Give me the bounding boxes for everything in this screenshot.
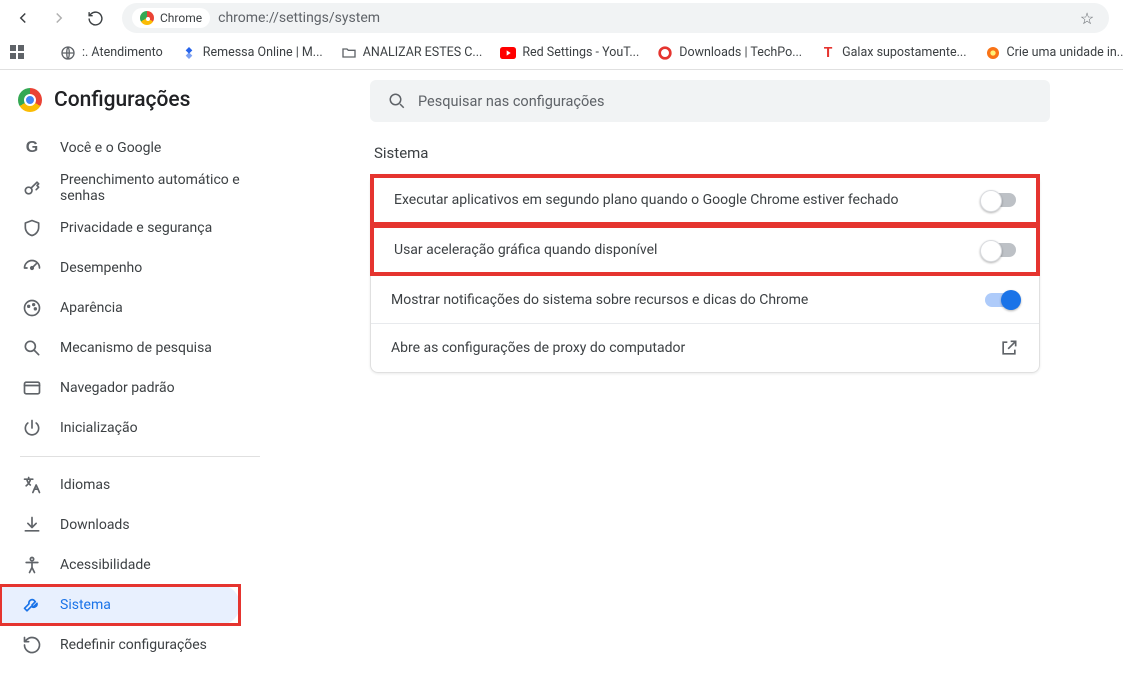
sidebar-item-performance[interactable]: Desempenho (0, 248, 280, 288)
galax-icon: T (820, 45, 836, 61)
accessibility-icon (22, 555, 42, 575)
sidebar-item-privacy[interactable]: Privacidade e segurança (0, 208, 280, 248)
bookmark-atendimento[interactable]: :. Atendimento (60, 45, 163, 61)
youtube-icon (500, 45, 516, 61)
settings-search[interactable]: Pesquisar nas configurações (370, 80, 1050, 122)
search-icon (22, 338, 42, 358)
sidebar-item-system[interactable]: Sistema (0, 585, 240, 625)
atendimento-icon (60, 45, 76, 61)
bookmark-galax[interactable]: T Galax supostamente... (820, 45, 966, 61)
bookmark-label: ANALIZAR ESTES C... (363, 45, 483, 60)
toggle-gpu-accel[interactable] (982, 243, 1016, 257)
translate-icon (22, 475, 42, 495)
sidebar-item-languages[interactable]: Idiomas (0, 465, 280, 505)
sidebar-item-appearance[interactable]: Aparência (0, 288, 280, 328)
settings-main: Pesquisar nas configurações Sistema Exec… (280, 70, 1123, 696)
bookmark-downloads[interactable]: Downloads | TechPo... (657, 45, 802, 61)
reset-icon (22, 635, 42, 655)
sidebar-item-label: Você e o Google (60, 140, 161, 156)
url-text: chrome://settings/system (218, 10, 1067, 26)
bookmark-label: Galax supostamente... (842, 45, 966, 60)
site-chip[interactable]: Chrome (132, 8, 210, 28)
sidebar-item-accessibility[interactable]: Acessibilidade (0, 545, 280, 585)
sidebar-item-label: Acessibilidade (60, 557, 151, 573)
key-icon (22, 178, 42, 198)
search-icon (388, 92, 406, 110)
row-label: Usar aceleração gráfica quando disponíve… (394, 242, 657, 258)
settings-sidebar: Configurações G Você e o Google Preenchime… (0, 70, 280, 696)
bookmark-star-icon[interactable]: ☆ (1075, 9, 1099, 28)
sidebar-item-on-startup[interactable]: Inicialização (0, 408, 280, 448)
sidebar-item-label: Idiomas (60, 477, 110, 493)
bookmark-unidade[interactable]: Crie uma unidade in... (985, 45, 1123, 61)
sidebar-item-default-browser[interactable]: Navegador padrão (0, 368, 280, 408)
bookmark-youtube[interactable]: Red Settings - YouT... (500, 45, 639, 61)
browser-navbar: Chrome chrome://settings/system ☆ (0, 0, 1123, 36)
sidebar-divider (20, 456, 260, 457)
bookmark-label: Red Settings - YouT... (522, 45, 639, 60)
analizar-icon (341, 45, 357, 61)
toggle-bg-apps[interactable] (982, 193, 1016, 207)
unidade-icon (985, 45, 1001, 61)
bookmarks-bar: :. Atendimento Remessa Online | M... ANALI… (0, 36, 1123, 70)
row-label: Abre as configurações de proxy do comput… (391, 340, 685, 356)
shield-icon (22, 218, 42, 238)
sidebar-item-autofill[interactable]: Preenchimento automático e senhas (0, 168, 280, 208)
row-bg-apps: Executar aplicativos em segundo plano qu… (371, 175, 1039, 225)
sidebar-item-downloads[interactable]: Downloads (0, 505, 280, 545)
row-proxy[interactable]: Abre as configurações de proxy do comput… (371, 323, 1039, 372)
row-label: Mostrar notificações do sistema sobre re… (391, 292, 808, 308)
toggle-sys-notif[interactable] (985, 293, 1019, 307)
search-placeholder: Pesquisar nas configurações (418, 93, 604, 110)
sidebar-item-label: Preenchimento automático e senhas (60, 172, 258, 204)
forward-button[interactable] (44, 3, 74, 33)
remessa-icon (181, 45, 197, 61)
page-title: Configurações (54, 88, 190, 112)
sidebar-item-label: Redefinir configurações (60, 637, 207, 653)
chrome-icon (140, 11, 154, 25)
sidebar-item-label: Desempenho (60, 260, 142, 276)
sidebar-item-you-google[interactable]: G Você e o Google (0, 128, 280, 168)
site-chip-label: Chrome (160, 11, 202, 25)
sidebar-item-label: Aparência (60, 300, 123, 316)
bookmark-label: :. Atendimento (82, 45, 163, 60)
system-card: Executar aplicativos em segundo plano qu… (370, 174, 1040, 373)
back-button[interactable] (8, 3, 38, 33)
wrench-icon (22, 595, 42, 615)
sidebar-item-search-engine[interactable]: Mecanismo de pesquisa (0, 328, 280, 368)
settings-content: Configurações G Você e o Google Preenchime… (0, 70, 1123, 696)
row-gpu-accel: Usar aceleração gráfica quando disponíve… (371, 225, 1039, 275)
bookmark-analizar[interactable]: ANALIZAR ESTES C... (341, 45, 483, 61)
sidebar-item-label: Navegador padrão (60, 380, 175, 396)
bookmark-label: Crie uma unidade in... (1007, 45, 1123, 60)
sidebar-item-label: Sistema (60, 597, 111, 613)
sidebar-item-label: Inicialização (60, 420, 138, 436)
G-icon: G (22, 138, 42, 158)
palette-icon (22, 298, 42, 318)
reload-button[interactable] (80, 3, 110, 33)
downloads-icon (657, 45, 673, 61)
download-icon (22, 515, 42, 535)
bookmark-label: Downloads | TechPo... (679, 45, 802, 60)
bookmark-label: Remessa Online | M... (203, 45, 323, 60)
sidebar-item-label: Downloads (60, 517, 130, 533)
speed-icon (22, 258, 42, 278)
sidebar-item-reset[interactable]: Redefinir configurações (0, 625, 280, 665)
apps-grid-icon[interactable] (10, 45, 24, 61)
section-title: Sistema (374, 144, 1083, 162)
open-external-icon (999, 338, 1019, 358)
omnibox[interactable]: Chrome chrome://settings/system ☆ (122, 3, 1109, 33)
chrome-logo-icon (18, 88, 42, 112)
power-icon (22, 418, 42, 438)
sidebar-item-label: Privacidade e segurança (60, 220, 212, 236)
page-header: Configurações (0, 84, 280, 128)
row-sys-notif: Mostrar notificações do sistema sobre re… (371, 275, 1039, 323)
bookmark-remessa[interactable]: Remessa Online | M... (181, 45, 323, 61)
browser-icon (22, 378, 42, 398)
row-label: Executar aplicativos em segundo plano qu… (394, 192, 899, 208)
sidebar-item-label: Mecanismo de pesquisa (60, 340, 212, 356)
